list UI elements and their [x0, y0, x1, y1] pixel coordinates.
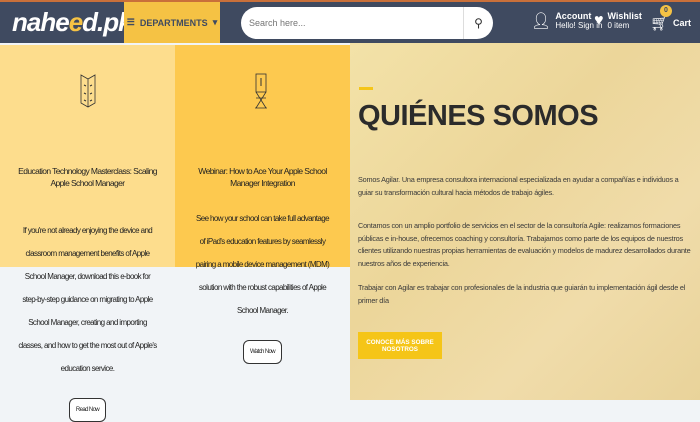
- caret-down-icon: ▾: [212, 17, 218, 27]
- cart-count-badge: 0: [660, 5, 672, 17]
- search-bar: ⚲: [241, 7, 493, 39]
- pattern-icon: [255, 73, 267, 109]
- read-now-button[interactable]: Read Now: [68, 398, 107, 422]
- watch-now-button[interactable]: Watch Now: [242, 340, 283, 364]
- cart-link[interactable]: 🛒︎ Cart: [650, 14, 691, 32]
- wishlist-link[interactable]: ♥ Wishlist 0 item: [594, 11, 642, 31]
- card-webinar: Webinar: How to Ace Your Apple School Ma…: [175, 165, 350, 364]
- card-body: See how your school can take full advant…: [195, 214, 330, 315]
- card-title: Education Technology Masterclass: Scalin…: [18, 166, 157, 188]
- header: naheed.pk ☰ DEPARTMENTS ▾ ⚲ 👤︎ AccountHe…: [0, 0, 700, 43]
- card-education: Education Technology Masterclass: Scalin…: [0, 165, 175, 422]
- user-icon: 👤︎: [531, 13, 552, 30]
- about-paragraph-1: Somos Agilar. Una empresa consultora int…: [358, 175, 679, 197]
- account-link[interactable]: 👤︎ Account Hello! Sign in: [531, 11, 602, 31]
- heading-accent-bar: [359, 87, 373, 90]
- search-input[interactable]: [241, 18, 463, 28]
- departments-button[interactable]: ☰ DEPARTMENTS ▾: [124, 2, 220, 43]
- book-icon: [80, 74, 96, 108]
- card-body: If you're not already enjoying the devic…: [18, 226, 157, 373]
- search-icon: ⚲: [474, 16, 483, 30]
- search-button[interactable]: ⚲: [463, 7, 493, 39]
- learn-more-button[interactable]: CONOCE MÁS SOBRE NOSOTROS: [358, 332, 442, 359]
- menu-icon: ☰: [126, 17, 135, 27]
- about-paragraph-3: Trabajar con Agilar es trabajar con prof…: [358, 283, 686, 305]
- heart-icon: ♥: [594, 12, 604, 29]
- page-title: QUIÉNES SOMOS: [358, 100, 599, 132]
- card-title: Webinar: How to Ace Your Apple School Ma…: [198, 166, 327, 188]
- logo[interactable]: naheed.pk: [12, 7, 133, 38]
- about-paragraph-2: Contamos con un amplio portfolio de serv…: [358, 221, 691, 268]
